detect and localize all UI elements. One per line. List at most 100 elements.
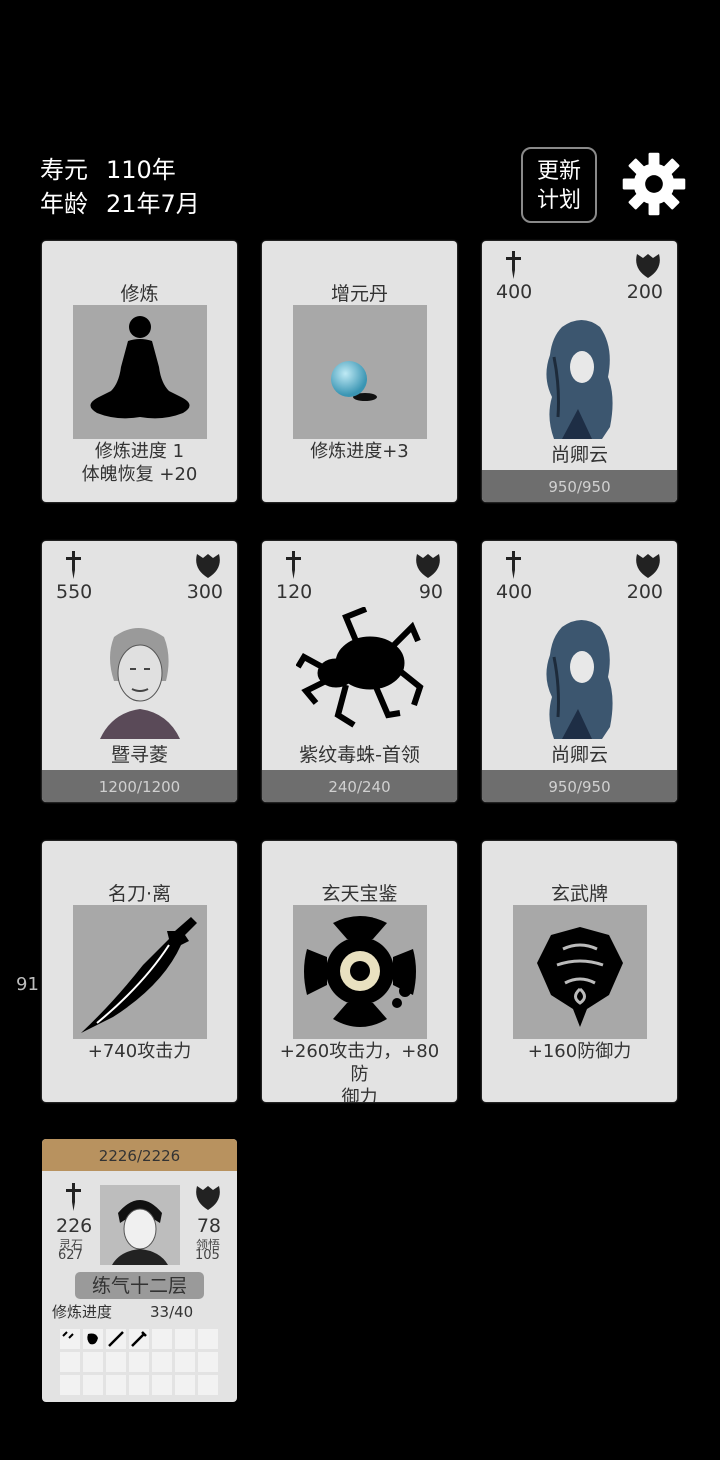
- attack-value: 400: [496, 281, 533, 303]
- mirror-desc-line1: +260攻击力，+80防: [279, 1041, 440, 1085]
- card-desc: +260攻击力，+80防 御力: [276, 1040, 443, 1102]
- age-value: 21年7月: [106, 190, 200, 218]
- recover-text: 体魄恢复 +20: [81, 464, 198, 485]
- shield-icon: [416, 554, 440, 578]
- sword-icon: [506, 251, 521, 279]
- inventory-slot[interactable]: [175, 1375, 195, 1395]
- lifespan-label: 寿元: [40, 156, 88, 184]
- inventory-slot[interactable]: [106, 1329, 126, 1349]
- realm-badge: 练气十二层: [75, 1272, 204, 1299]
- enemy-hp-bar: 1200/1200: [42, 770, 237, 802]
- meditation-art: [73, 305, 207, 439]
- inventory-slot[interactable]: [198, 1329, 218, 1349]
- sword-icon: [286, 551, 301, 579]
- inventory-slot[interactable]: [83, 1375, 103, 1395]
- inventory-slot[interactable]: [152, 1329, 172, 1349]
- inventory-slot[interactable]: [60, 1329, 80, 1349]
- shield-icon: [636, 554, 660, 578]
- enemy-name: 紫纹毒蛛-首领: [299, 744, 420, 766]
- side-counter: 91: [16, 974, 39, 995]
- inventory-slot[interactable]: [60, 1352, 80, 1372]
- attack-value: 400: [496, 581, 533, 603]
- blade-icon: [108, 1331, 124, 1347]
- pill-art: [293, 305, 427, 439]
- player-hp-bar: 2226/2226: [42, 1139, 237, 1171]
- card-saber[interactable]: 名刀·离 +740攻击力: [42, 841, 237, 1102]
- defense-value: 300: [186, 581, 223, 603]
- feather-icon: [62, 1331, 74, 1339]
- card-desc: 修炼进度+3: [310, 441, 409, 462]
- inventory-grid: [60, 1329, 218, 1395]
- attack-value: 120: [276, 581, 313, 603]
- card-desc: 修炼进度 1 体魄恢复 +20: [56, 440, 223, 486]
- inventory-slot[interactable]: [175, 1352, 195, 1372]
- card-enemy-shangqingyun-2[interactable]: 400 200 尚卿云 950/950: [482, 541, 677, 802]
- progress-value: 33/40: [150, 1303, 194, 1321]
- sword-icon: [66, 551, 81, 579]
- card-title: 增元丹: [330, 283, 388, 305]
- card-title: 名刀·离: [107, 883, 172, 905]
- card-mirror[interactable]: 玄天宝鉴 +260攻击力，+80防 御力: [262, 841, 457, 1102]
- spirit-stone-value: 627: [58, 1248, 83, 1263]
- gear-icon[interactable]: [620, 150, 688, 218]
- blade-icon: [131, 1331, 147, 1347]
- enemy-name: 尚卿云: [550, 744, 608, 766]
- sword-icon: [506, 551, 521, 579]
- inventory-slot[interactable]: [152, 1352, 172, 1372]
- inventory-slot[interactable]: [129, 1352, 149, 1372]
- card-token[interactable]: 玄武牌 +160防御力: [482, 841, 677, 1102]
- defense-value: 90: [418, 581, 443, 603]
- progress-text: 修炼进度 1: [94, 441, 185, 462]
- inventory-slot[interactable]: [83, 1352, 103, 1372]
- dragon-icon: [87, 1333, 98, 1345]
- player-attack: 226: [56, 1215, 93, 1237]
- age-label: 年龄: [40, 190, 88, 218]
- card-cultivate[interactable]: 修炼 修炼进度 1 体魄恢复 +20: [42, 241, 237, 502]
- inventory-slot[interactable]: [129, 1375, 149, 1395]
- avatar: [100, 1185, 180, 1265]
- inventory-slot[interactable]: [152, 1375, 172, 1395]
- saber-art: [73, 905, 207, 1039]
- update-plan-button[interactable]: 更新 计划: [521, 147, 597, 223]
- inventory-slot[interactable]: [198, 1352, 218, 1372]
- enemy-portrait: [100, 628, 180, 739]
- inventory-slot[interactable]: [129, 1329, 149, 1349]
- card-enemy-spider-boss[interactable]: 120 90 紫纹毒蛛-首领 240/240: [262, 541, 457, 802]
- shield-icon: [636, 254, 660, 278]
- inventory-slot[interactable]: [198, 1375, 218, 1395]
- inventory-slot[interactable]: [175, 1329, 195, 1349]
- card-enemy-shangqingyun-1[interactable]: 400 200 尚卿云 950/950: [482, 241, 677, 502]
- lifespan-value: 110年: [106, 156, 176, 184]
- card-title: 玄天宝鉴: [321, 883, 398, 905]
- sword-icon: [66, 1183, 81, 1211]
- inventory-slot[interactable]: [83, 1329, 103, 1349]
- card-desc: +740攻击力: [87, 1041, 192, 1062]
- enemy-name: 尚卿云: [550, 444, 608, 466]
- age-row: 年龄 21年7月: [40, 184, 200, 219]
- token-art: [513, 905, 647, 1039]
- plan-button-line1: 更新: [536, 159, 581, 184]
- enemy-hp-bar: 240/240: [262, 770, 457, 802]
- attack-value: 550: [56, 581, 93, 603]
- enemy-name: 暨寻菱: [110, 744, 168, 766]
- enemy-portrait: [546, 320, 613, 439]
- card-enemy-jixunling[interactable]: 550 300 暨寻菱 1200/1200: [42, 541, 237, 802]
- enemy-portrait: [546, 620, 613, 739]
- enemy-hp-bar: 950/950: [482, 770, 677, 802]
- lifespan-row: 寿元 110年: [40, 150, 176, 185]
- progress-label: 修炼进度: [52, 1303, 113, 1321]
- inventory-slot[interactable]: [106, 1352, 126, 1372]
- defense-value: 200: [626, 581, 663, 603]
- inventory-slot[interactable]: [106, 1375, 126, 1395]
- shield-icon: [196, 1186, 220, 1210]
- inventory-slot[interactable]: [60, 1375, 80, 1395]
- defense-value: 200: [626, 281, 663, 303]
- card-desc: +160防御力: [527, 1041, 632, 1062]
- mirror-desc-line2: 御力: [341, 1087, 378, 1102]
- player-defense: 78: [196, 1215, 221, 1237]
- plan-button-line2: 计划: [536, 188, 581, 213]
- card-title: 玄武牌: [550, 883, 608, 905]
- player-card[interactable]: 2226/2226 226 78 灵石 627 领悟 105 练气十二层 修炼进…: [42, 1139, 237, 1402]
- insight-value: 105: [195, 1248, 220, 1263]
- card-pill[interactable]: 增元丹 修炼进度+3: [262, 241, 457, 502]
